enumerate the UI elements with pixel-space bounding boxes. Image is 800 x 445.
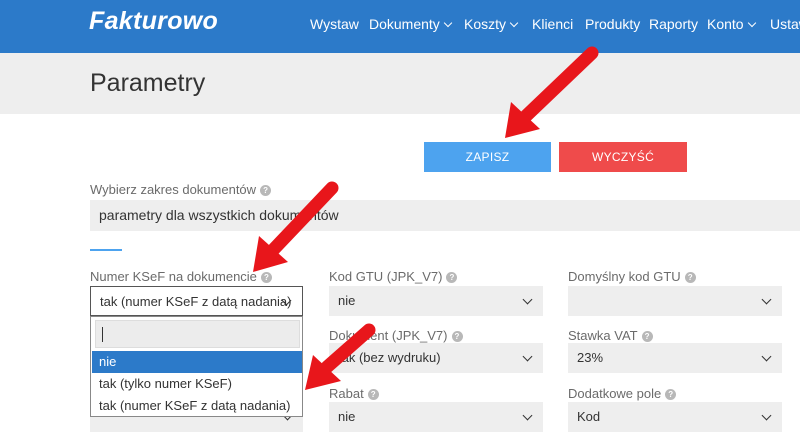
help-icon[interactable]: ? [367, 389, 379, 400]
gtu-label: Kod GTU (JPK_V7)? [329, 269, 458, 284]
doc-label: Dokument (JPK_V7)? [329, 328, 463, 343]
doc-select[interactable]: tak (bez wydruku) [329, 343, 543, 373]
chevron-down-icon [522, 351, 533, 362]
nav-item-wystaw[interactable]: Wystaw [310, 16, 359, 32]
nav-item-produkty[interactable]: Produkty [585, 16, 640, 32]
text-cursor [102, 327, 103, 342]
vat-label: Stawka VAT? [568, 328, 653, 343]
ksef-dropdown-menu: nie tak (tylko numer KSeF) tak (numer KS… [90, 316, 303, 417]
help-icon[interactable]: ? [684, 272, 696, 283]
chevron-down-icon [747, 18, 756, 28]
save-button[interactable]: ZAPISZ [424, 142, 551, 172]
chevron-down-icon [509, 18, 519, 28]
dropdown-search-input[interactable] [95, 320, 300, 348]
rebate-select[interactable]: nie [329, 402, 543, 432]
top-navbar: Fakturowo Wystaw Dokumenty Koszty Klienc… [0, 0, 800, 53]
dropdown-option[interactable]: tak (numer KSeF z datą nadania) [92, 395, 302, 417]
ksef-select[interactable]: tak (numer KSeF z datą nadania) [90, 286, 303, 316]
clear-button[interactable]: WYCZYŚĆ [559, 142, 687, 172]
chevron-down-icon [761, 294, 772, 305]
nav-item-koszty[interactable]: Koszty [464, 16, 519, 32]
section-tab-indicator [90, 249, 122, 251]
extra-field-select[interactable]: Kod [568, 402, 782, 432]
chevron-down-icon [522, 294, 533, 305]
scope-label: Wybierz zakres dokumentów? [90, 182, 272, 197]
rebate-select-value: nie [338, 409, 356, 424]
chevron-down-icon [522, 410, 533, 421]
help-icon[interactable]: ? [260, 185, 272, 196]
chevron-down-icon [761, 410, 772, 421]
scope-select[interactable]: parametry dla wszystkich dokumentów [90, 200, 800, 231]
nav-item-konto[interactable]: Konto [707, 16, 756, 32]
vat-select-value: 23% [577, 350, 604, 365]
gtu-select-value: nie [338, 293, 356, 308]
ksef-label: Numer KSeF na dokumencie? [90, 269, 272, 284]
dropdown-option[interactable]: nie [92, 351, 302, 373]
doc-select-value: tak (bez wydruku) [338, 350, 441, 365]
rebate-label: Rabat? [329, 386, 379, 401]
gtu-select[interactable]: nie [329, 286, 543, 316]
nav-item-klienci[interactable]: Klienci [532, 16, 573, 32]
page-title: Parametry [90, 69, 206, 97]
default-gtu-label: Domyślny kod GTU? [568, 269, 696, 284]
extra-field-label: Dodatkowe pole? [568, 386, 677, 401]
extra-field-select-value: Kod [577, 409, 601, 424]
help-icon[interactable]: ? [446, 272, 458, 283]
nav-item-dokumenty[interactable]: Dokumenty [369, 16, 453, 32]
page-header: Parametry [0, 53, 800, 114]
default-gtu-select[interactable] [568, 286, 782, 316]
chevron-down-icon [443, 18, 453, 28]
chevron-down-icon [761, 351, 772, 362]
help-icon[interactable]: ? [260, 272, 272, 283]
help-icon[interactable]: ? [451, 331, 463, 342]
dropdown-option[interactable]: tak (tylko numer KSeF) [92, 373, 302, 395]
nav-item-raporty[interactable]: Raporty [649, 16, 698, 32]
help-icon[interactable]: ? [641, 331, 653, 342]
main-nav: Wystaw Dokumenty Koszty Klienci Produkty… [0, 16, 800, 36]
scope-value: parametry dla wszystkich dokumentów [99, 207, 339, 223]
ksef-select-value: tak (numer KSeF z datą nadania) [100, 294, 292, 309]
nav-item-ustawienia[interactable]: Ustaw [770, 16, 800, 32]
vat-select[interactable]: 23% [568, 343, 782, 373]
help-icon[interactable]: ? [665, 389, 677, 400]
